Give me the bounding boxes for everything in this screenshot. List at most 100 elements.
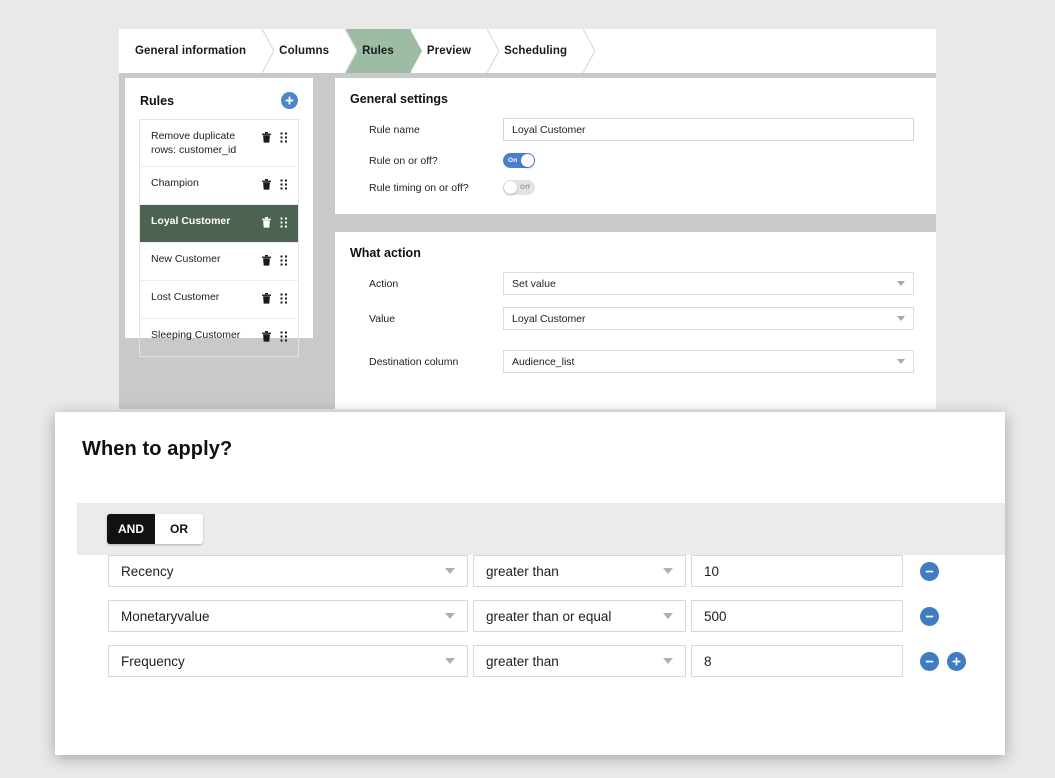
- tab-scheduling[interactable]: Scheduling: [488, 29, 596, 73]
- condition-column-value: Frequency: [121, 653, 185, 669]
- rules-panel-title: Rules: [140, 93, 175, 108]
- tab-general-information[interactable]: General information: [119, 29, 275, 73]
- condition-row-buttons: [920, 561, 939, 581]
- rule-timing-row: Rule timing on or off? Off: [335, 180, 936, 195]
- trash-icon[interactable]: [262, 130, 271, 148]
- plus-circle-icon[interactable]: [947, 651, 966, 671]
- rule-on-off-label: Rule on or off?: [369, 154, 438, 167]
- condition-column-select[interactable]: Monetaryvalue: [108, 600, 468, 632]
- destination-column-select[interactable]: Audience_list: [503, 350, 914, 373]
- grip-dots-icon[interactable]: [280, 130, 288, 148]
- rule-item-actions: [262, 328, 288, 347]
- condition-row-buttons: [920, 651, 966, 671]
- chevron-right-icon: [262, 29, 275, 73]
- rules-panel: Rules Remove duplicate rows: customer_id: [125, 78, 313, 358]
- tab-label: Rules: [362, 45, 394, 57]
- general-settings-card: General settings Rule name Loyal Custome…: [335, 78, 936, 214]
- trash-icon[interactable]: [262, 291, 271, 309]
- list-item[interactable]: Champion: [140, 167, 298, 206]
- tab-label: General information: [135, 45, 247, 57]
- condition-operator-select[interactable]: greater than: [473, 555, 686, 587]
- modal-title: When to apply?: [82, 438, 233, 460]
- tab-bar: General information Columns Rules Previe…: [119, 29, 936, 73]
- general-settings-title: General settings: [350, 92, 448, 106]
- logic-operator-band: AND OR: [77, 503, 1005, 555]
- condition-value-input[interactable]: 10: [691, 555, 903, 587]
- chevron-down-icon: [445, 568, 455, 574]
- logic-and-button[interactable]: AND: [107, 514, 155, 544]
- value-label: Value: [369, 312, 396, 325]
- toggle-knob: [521, 154, 534, 167]
- condition-row: Recency greater than 10: [55, 555, 1005, 587]
- minus-circle-icon[interactable]: [920, 651, 939, 671]
- rule-item-actions: [262, 176, 288, 195]
- action-label: Action: [369, 277, 399, 290]
- rule-on-off-toggle[interactable]: On: [503, 153, 535, 168]
- list-item[interactable]: New Customer: [140, 243, 298, 282]
- rule-item-label: Sleeping Customer: [151, 329, 241, 342]
- rule-name-row: Rule name Loyal Customer: [335, 118, 936, 141]
- when-to-apply-modal: When to apply? AND OR Recency greater th…: [55, 412, 1005, 755]
- chevron-down-icon: [897, 359, 905, 364]
- toggle-state-label: On: [508, 157, 518, 164]
- rule-name-label: Rule name: [369, 123, 420, 136]
- chevron-down-icon: [445, 658, 455, 664]
- chevron-right-icon: [409, 29, 422, 73]
- toggle-state-label: Off: [520, 184, 530, 191]
- list-item[interactable]: Lost Customer: [140, 281, 298, 320]
- tab-preview[interactable]: Preview: [410, 29, 500, 73]
- action-select-value: Set value: [512, 277, 556, 290]
- list-item-selected[interactable]: Loyal Customer: [140, 205, 298, 244]
- rules-list: Remove duplicate rows: customer_id Champ…: [139, 119, 299, 358]
- grip-dots-icon[interactable]: [280, 177, 288, 195]
- rule-item-label: Lost Customer: [151, 291, 220, 304]
- condition-operator-select[interactable]: greater than or equal: [473, 600, 686, 632]
- what-action-card: What action Action Set value Value Loyal…: [335, 232, 936, 409]
- minus-circle-icon[interactable]: [920, 561, 939, 581]
- list-item[interactable]: Sleeping Customer: [140, 319, 298, 356]
- logic-or-button[interactable]: OR: [155, 514, 203, 544]
- minus-circle-icon[interactable]: [920, 606, 939, 626]
- rule-timing-toggle[interactable]: Off: [503, 180, 535, 195]
- grip-dots-icon[interactable]: [280, 253, 288, 271]
- trash-icon[interactable]: [262, 177, 271, 195]
- tab-label: Columns: [279, 45, 330, 57]
- chevron-right-icon: [345, 29, 358, 73]
- chevron-down-icon: [897, 316, 905, 321]
- rule-item-label: Champion: [151, 177, 199, 190]
- grip-dots-icon[interactable]: [280, 329, 288, 347]
- condition-value-input[interactable]: 500: [691, 600, 903, 632]
- rule-item-actions: [262, 214, 288, 233]
- rule-timing-label: Rule timing on or off?: [369, 181, 469, 194]
- condition-column-value: Recency: [121, 563, 174, 579]
- toggle-knob: [504, 181, 517, 194]
- value-row: Value Loyal Customer: [335, 307, 936, 330]
- trash-icon[interactable]: [262, 329, 271, 347]
- what-action-title: What action: [350, 246, 421, 260]
- condition-operator-value: greater than: [486, 563, 559, 579]
- rule-name-input[interactable]: Loyal Customer: [503, 118, 914, 141]
- trash-icon[interactable]: [262, 215, 271, 233]
- condition-operator-select[interactable]: greater than: [473, 645, 686, 677]
- condition-value-input[interactable]: 8: [691, 645, 903, 677]
- and-or-toggle-group: AND OR: [107, 514, 203, 544]
- list-item[interactable]: Remove duplicate rows: customer_id: [140, 120, 298, 168]
- destination-column-label: Destination column: [369, 355, 459, 368]
- plus-circle-icon[interactable]: [281, 92, 298, 109]
- tab-columns[interactable]: Columns: [263, 29, 358, 73]
- condition-column-select[interactable]: Recency: [108, 555, 468, 587]
- chevron-down-icon: [445, 613, 455, 619]
- action-select[interactable]: Set value: [503, 272, 914, 295]
- condition-column-select[interactable]: Frequency: [108, 645, 468, 677]
- grip-dots-icon[interactable]: [280, 215, 288, 233]
- chevron-right-icon: [487, 29, 500, 73]
- condition-row-buttons: [920, 606, 939, 626]
- value-select-value: Loyal Customer: [512, 312, 586, 325]
- chevron-down-icon: [663, 568, 673, 574]
- trash-icon[interactable]: [262, 253, 271, 271]
- condition-operator-value: greater than or equal: [486, 608, 612, 624]
- tab-label: Preview: [426, 45, 472, 57]
- conditions-list: Recency greater than 10 Monetaryvalue gr…: [55, 555, 1005, 690]
- value-select[interactable]: Loyal Customer: [503, 307, 914, 330]
- grip-dots-icon[interactable]: [280, 291, 288, 309]
